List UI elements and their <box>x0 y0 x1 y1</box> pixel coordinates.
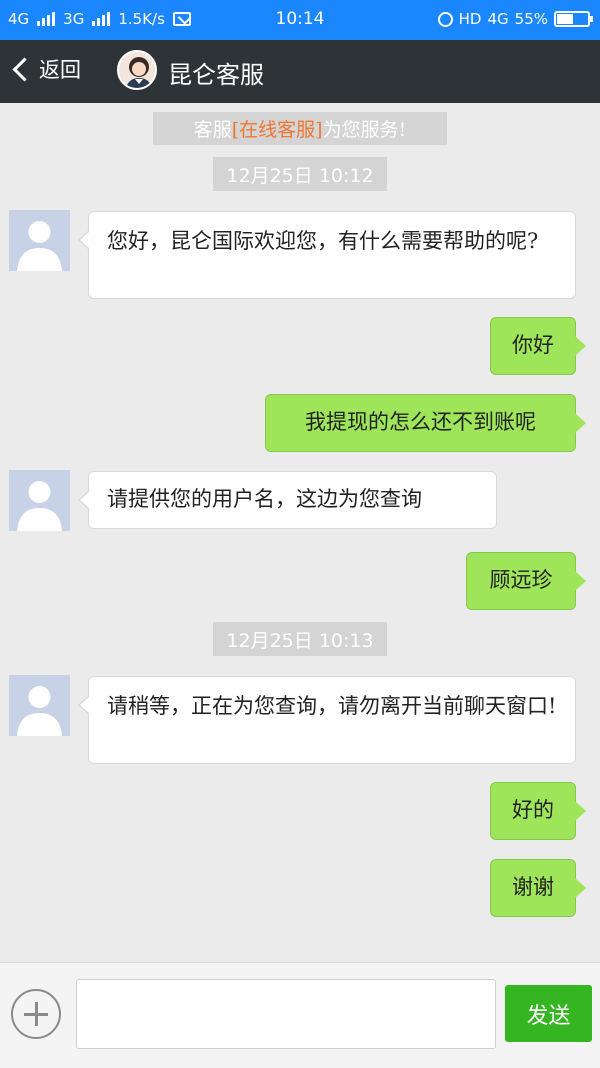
nav-bar: 返回 昆仑客服 <box>0 40 600 103</box>
page-title: 昆仑客服 <box>168 61 264 89</box>
message-bubble-outgoing: 顾远珍 <box>466 552 586 610</box>
send-button[interactable]: 发送 <box>505 985 592 1042</box>
agent-avatar <box>117 50 157 90</box>
message-bubble-incoming: 您好，昆仑国际欢迎您，有什么需要帮助的呢? <box>78 211 576 299</box>
message-input[interactable] <box>76 979 496 1049</box>
back-label: 返回 <box>39 58 81 82</box>
network-label-3: 4G <box>487 10 509 28</box>
status-bar: 4G 3G 1.5K/s 10:14 HD 4G 55% <box>0 0 600 40</box>
avatar <box>9 210 70 271</box>
back-button[interactable]: 返回 <box>10 54 81 84</box>
notice-suffix: 为您服务! <box>322 119 407 141</box>
message-bubble-incoming: 请稍等，正在为您查询，请勿离开当前聊天窗口! <box>78 676 576 764</box>
battery-icon <box>554 11 593 27</box>
notice-highlight: [在线客服] <box>231 119 323 141</box>
message-bubble-outgoing: 好的 <box>490 782 586 840</box>
timestamp: 12月25日 10:12 <box>213 157 387 191</box>
battery-percent: 55% <box>514 10 548 28</box>
message-bubble-incoming: 请提供您的用户名，这边为您查询 <box>78 471 497 529</box>
alarm-icon <box>437 11 453 27</box>
input-bar: 发送 <box>0 962 600 1068</box>
service-notice: 客服 [在线客服] 为您服务! <box>153 112 447 145</box>
message-bubble-outgoing: 我提现的怎么还不到账呢 <box>265 394 586 452</box>
notice-prefix: 客服 <box>193 119 232 141</box>
message-bubble-outgoing: 你好 <box>490 317 586 375</box>
add-attachment-button[interactable] <box>11 989 61 1039</box>
avatar <box>9 675 70 736</box>
hd-label: HD <box>458 10 482 28</box>
chevron-left-icon <box>12 56 37 82</box>
status-right: HD 4G 55% <box>437 10 593 28</box>
avatar <box>9 470 70 531</box>
timestamp: 12月25日 10:13 <box>213 622 387 656</box>
message-bubble-outgoing: 谢谢 <box>490 859 586 917</box>
